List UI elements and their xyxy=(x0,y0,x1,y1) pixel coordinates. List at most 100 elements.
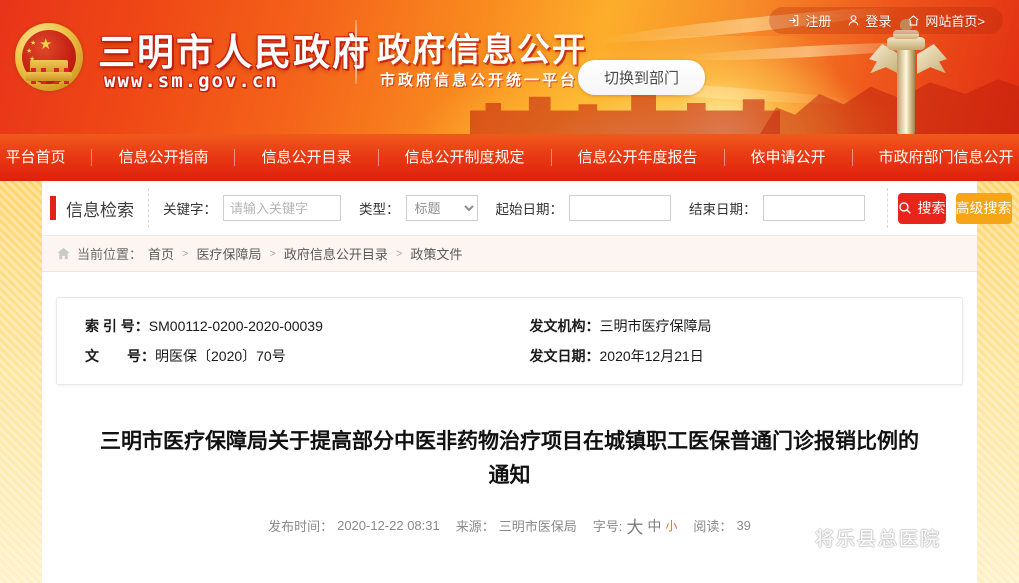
search-section-label: 信息检索 xyxy=(66,200,134,220)
search-divider xyxy=(148,188,149,228)
reads-value: 39 xyxy=(736,518,751,533)
type-field-group: 类型： 标题 xyxy=(359,195,478,221)
right-decorative-strip xyxy=(977,181,1019,583)
wechat-watermark-text: 将乐县总医院 xyxy=(814,528,941,550)
home-icon xyxy=(907,14,920,27)
issue-date-value: 2020年12月21日 xyxy=(599,348,704,364)
publicity-title: 政府信息公开 xyxy=(377,30,587,69)
government-title: 三明市人民政府 xyxy=(98,31,371,74)
breadcrumb-prefix: 当前位置： xyxy=(77,247,143,262)
body-wrapper: 信息检索 关键字： 类型： 标题 起始日期： xyxy=(0,181,1019,583)
advanced-search-label: 高级搜索 xyxy=(955,200,1012,216)
source-label: 来源： xyxy=(455,519,495,534)
nav-item-disclosure-guide[interactable]: 信息公开指南 xyxy=(92,134,234,181)
fontsize-segment: 字号: 大 中 小 xyxy=(593,513,678,538)
cloud-streak xyxy=(679,39,941,64)
issue-date-row: 发文日期：2020年12月21日 xyxy=(530,341,963,371)
red-accent-bar xyxy=(50,196,56,220)
issue-date-label: 发文日期： xyxy=(529,348,600,364)
fontsize-medium-button[interactable]: 中 xyxy=(647,516,661,536)
breadcrumb-item-home[interactable]: 首页 xyxy=(148,244,174,263)
keyword-label: 关键字： xyxy=(163,202,217,217)
login-link[interactable]: 登录 xyxy=(847,11,891,30)
publish-time-label: 发布时间： xyxy=(268,519,334,534)
switch-department-button[interactable]: 切换到部门 xyxy=(578,60,706,95)
start-date-label: 起始日期： xyxy=(495,202,564,217)
end-date-label: 结束日期： xyxy=(689,202,757,217)
type-label: 类型： xyxy=(359,202,400,217)
search-input[interactable] xyxy=(223,195,341,221)
register-label: 注册 xyxy=(805,14,832,29)
search-button-label: 搜索 xyxy=(917,200,946,216)
breadcrumb-item-policy-documents[interactable]: 政策文件 xyxy=(410,244,462,263)
breadcrumb-separator: > xyxy=(182,247,189,260)
search-section-heading: 信息检索 xyxy=(42,196,134,221)
emblem-base xyxy=(26,72,72,81)
magnifier-icon xyxy=(898,201,912,215)
publicity-subtitle: 市政府信息公开统一平台 xyxy=(380,71,579,89)
source-value: 三明市医保局 xyxy=(498,519,577,534)
end-date-field-group: 结束日期： xyxy=(689,195,865,221)
publish-time-value: 2020-12-22 08:31 xyxy=(337,518,440,533)
huabiao-shaft xyxy=(897,34,915,134)
emblem-star-small: ★ xyxy=(26,48,33,55)
breadcrumb-item-disclosure-catalog[interactable]: 政府信息公开目录 xyxy=(284,244,388,263)
fontsize-label: 字号: xyxy=(592,519,623,534)
fontsize-large-button[interactable]: 大 xyxy=(626,513,643,538)
user-icon xyxy=(847,14,860,27)
register-link[interactable]: 注册 xyxy=(787,11,831,30)
index-number-label: 索 引 号： xyxy=(85,318,149,334)
huabiao-wing-right xyxy=(917,44,947,74)
search-button[interactable]: 搜索 xyxy=(897,192,946,224)
breadcrumb: 当前位置： 首页 > 医疗保障局 > 政府信息公开目录 > 政策文件 xyxy=(42,236,977,272)
login-label: 登录 xyxy=(865,14,892,29)
wechat-watermark: 将乐县总医院 xyxy=(778,524,941,551)
left-decorative-strip xyxy=(0,181,42,583)
national-emblem-icon: ★ ★ ★ ★ ★ xyxy=(12,20,86,94)
nav-item-platform-home[interactable]: 平台首页 xyxy=(0,134,91,181)
main-navigation: 平台首页 信息公开指南 信息公开目录 信息公开制度规定 信息公开年度报告 依申请… xyxy=(0,134,1019,181)
wechat-icon xyxy=(778,526,806,550)
index-number-value: SM00112-0200-2020-00039 xyxy=(148,318,323,334)
page-title: 三明市医疗保障局关于提高部分中医非药物治疗项目在城镇职工医保普通门诊报销比例的通… xyxy=(100,430,919,487)
content-column: 信息检索 关键字： 类型： 标题 起始日期： xyxy=(42,181,1012,583)
issuer-row: 发文机构：三明市医疗保障局 xyxy=(530,311,963,341)
reads-label: 阅读： xyxy=(693,519,733,534)
breadcrumb-item-healthcare-bureau[interactable]: 医疗保障局 xyxy=(196,244,261,263)
header-divider xyxy=(355,20,357,84)
emblem-star-small: ★ xyxy=(30,40,37,47)
nav-item-department-disclosure[interactable]: 市政府部门信息公开 xyxy=(853,134,1019,181)
document-number-label: 文 号： xyxy=(85,348,155,364)
site-banner: ★ ★ ★ ★ ★ 三明市人民政府 www.sm.gov.cn 政府信息公开 市… xyxy=(0,0,1019,134)
reads-segment: 阅读： 39 xyxy=(693,516,750,535)
advanced-search-button[interactable]: 高级搜索 xyxy=(955,192,1012,224)
start-date-input[interactable] xyxy=(569,195,671,221)
document-number-row: 文 号：明医保〔2020〕70号 xyxy=(85,341,510,371)
nav-list: 平台首页 信息公开指南 信息公开目录 信息公开制度规定 信息公开年度报告 依申请… xyxy=(0,134,1019,181)
source-segment: 来源： 三明市医保局 xyxy=(456,516,577,535)
home-icon xyxy=(56,246,71,261)
nav-item-disclosure-catalog[interactable]: 信息公开目录 xyxy=(235,134,377,181)
issuer-value: 三明市医疗保障局 xyxy=(599,318,712,334)
document-number-value: 明医保〔2020〕70号 xyxy=(155,348,286,364)
fontsize-small-button[interactable]: 小 xyxy=(665,517,677,534)
nav-item-annual-report[interactable]: 信息公开年度报告 xyxy=(552,134,724,181)
huabiao-wing-left xyxy=(869,44,899,74)
page-root: ★ ★ ★ ★ ★ 三明市人民政府 www.sm.gov.cn 政府信息公开 市… xyxy=(0,0,1019,583)
info-column-left: 索 引 号：SM00112-0200-2020-00039 文 号：明医保〔20… xyxy=(57,311,510,371)
type-select[interactable]: 标题 xyxy=(405,195,478,221)
breadcrumb-separator: > xyxy=(395,247,403,260)
huabiao-cap xyxy=(887,37,925,50)
site-home-link[interactable]: 网站首页> xyxy=(907,11,985,30)
search-divider xyxy=(886,188,888,228)
document-info-card: 索 引 号：SM00112-0200-2020-00039 文 号：明医保〔20… xyxy=(56,297,963,385)
mountain-silhouette-icon xyxy=(760,79,1019,134)
end-date-input[interactable] xyxy=(762,195,865,221)
government-url: www.sm.gov.cn xyxy=(104,70,279,92)
nav-item-request-disclosure[interactable]: 依申请公开 xyxy=(725,134,852,181)
register-icon xyxy=(787,14,800,27)
nav-item-disclosure-rules[interactable]: 信息公开制度规定 xyxy=(379,134,551,181)
keyword-field-group: 关键字： xyxy=(163,195,341,221)
publish-time-segment: 发布时间： 2020-12-22 08:31 xyxy=(268,516,440,535)
breadcrumb-separator: > xyxy=(269,247,276,260)
